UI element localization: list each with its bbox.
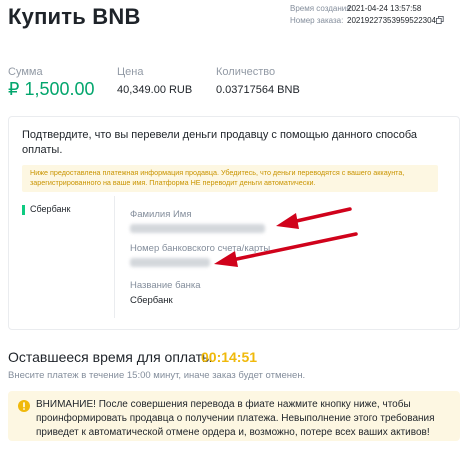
order-number-label: Номер заказа: [290,16,344,25]
warning-text: ВНИМАНИЕ! После совершения перевода в фи… [36,399,435,438]
selected-method-indicator [22,205,25,215]
warning-icon [18,400,30,412]
payment-method-tab-sberbank[interactable]: Сбербанк [30,204,70,214]
order-number-value: 20219227353959522304 [347,16,436,25]
time-left-label: Оставшееся время для оплаты [8,349,213,365]
page-title: Купить BNB [8,4,141,29]
quantity-value: 0.03717564 BNB [216,84,300,96]
amount-value: ₽ 1,500.00 [8,79,95,99]
price-label: Цена [117,66,144,78]
price-value: 40,349.00 RUB [117,84,193,96]
name-label: Фамилия Имя [130,209,192,220]
name-value-redacted [130,224,265,233]
countdown-timer: 00:14:51 [201,349,258,365]
created-time-value: 2021-04-24 13:57:58 [347,4,422,13]
quantity-label: Количество [216,66,276,78]
confirm-instruction: Подтвердите, что вы перевели деньги прод… [22,129,418,156]
seller-info-notice-text: Ниже предоставлена платежная информация … [30,168,405,187]
account-number-redacted [130,258,210,267]
seller-info-notice: Ниже предоставлена платежная информация … [22,165,438,192]
account-number-label: Номер банковского счета/карты [130,243,271,254]
bank-name-value: Сбербанк [130,295,173,306]
copy-icon[interactable] [436,16,444,24]
created-time-label: Время создания: [290,4,353,13]
warning-banner: ВНИМАНИЕ! После совершения перевода в фи… [8,391,460,441]
payment-deadline-note: Внесите платеж в течение 15:00 минут, ин… [8,370,306,381]
vertical-divider [114,196,115,318]
amount-label: Сумма [8,66,43,78]
bank-name-label: Название банка [130,280,201,291]
